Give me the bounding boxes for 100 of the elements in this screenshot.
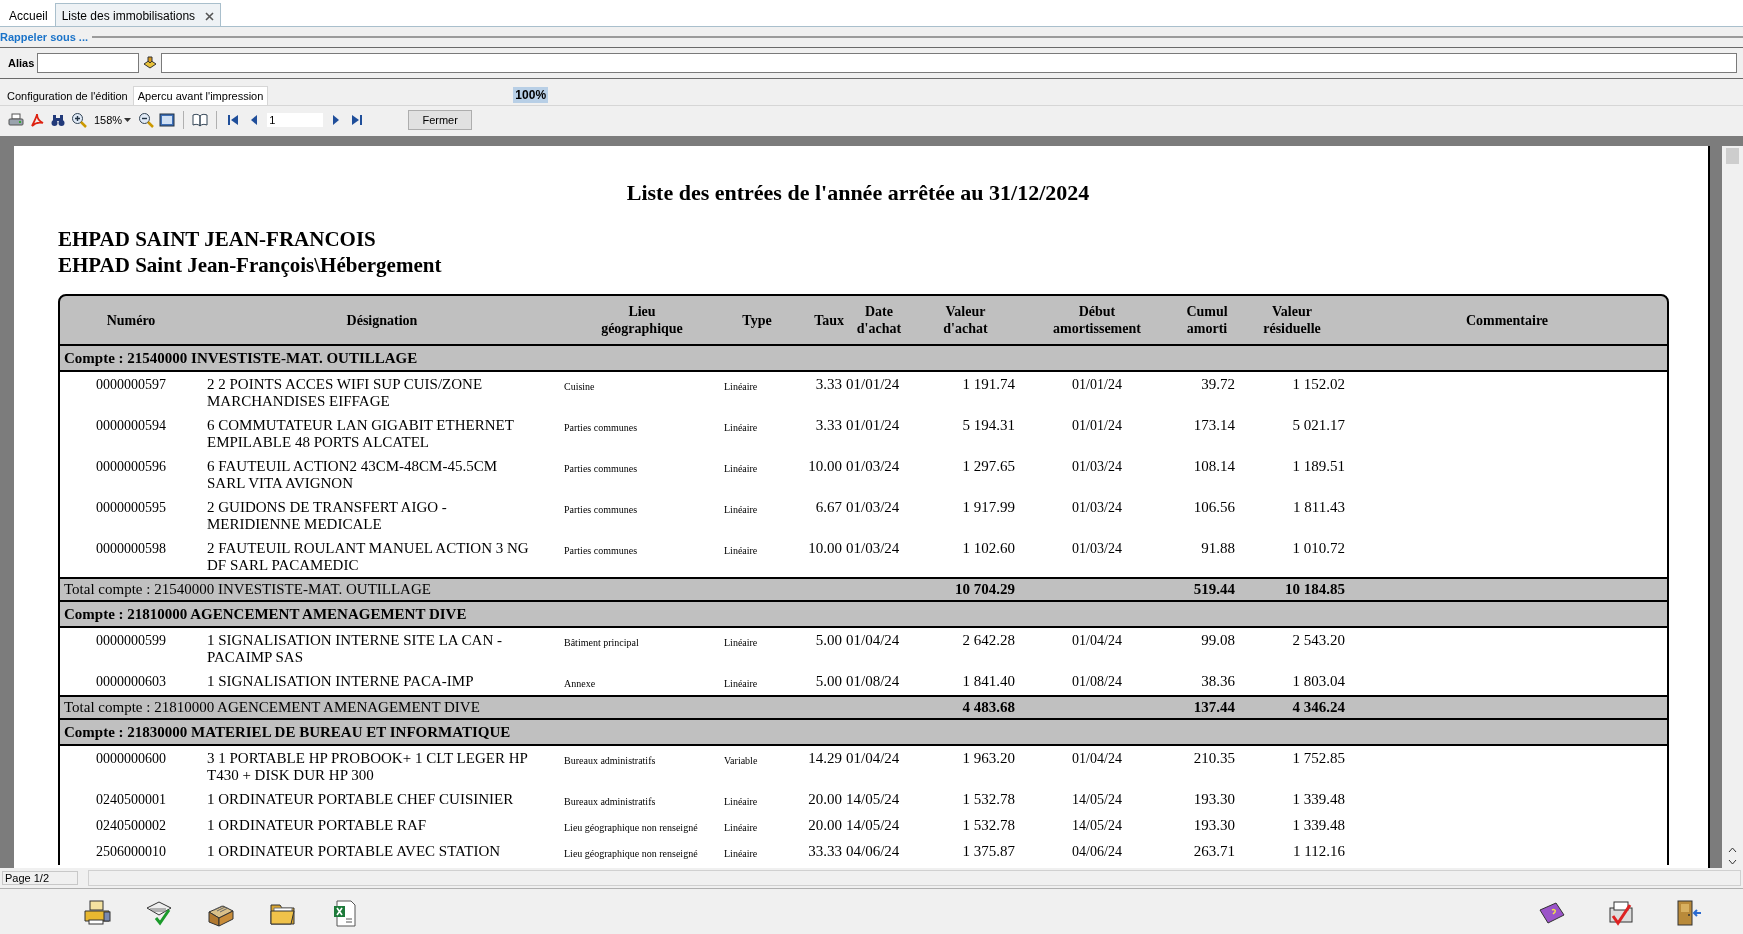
column-header: Commentaire	[1465, 311, 1549, 329]
tab[interactable]: Apercu avant l'impression	[132, 86, 269, 105]
group-header: Compte : 21830000 MATERIEL DE BUREAU ET INFORMATIQUE	[58, 720, 1669, 746]
pdf-icon[interactable]	[29, 112, 45, 128]
value-cell-text: 1 191.74	[961, 376, 1016, 394]
location-cell-text: Bâtiment principal	[563, 636, 640, 650]
value-cell-text: 5 194.31	[961, 417, 1016, 435]
total-value: 10 184.85	[1284, 580, 1346, 599]
location-cell-text: Parties communes	[563, 462, 639, 476]
number-cell-text: 0000000595	[95, 499, 167, 517]
close-button[interactable]: Fermer	[408, 110, 473, 130]
amount-cell-text: 1 803.04	[1291, 673, 1346, 691]
amount-cell-text: 193.30	[1192, 817, 1236, 835]
date-cell-text: 01/01/24	[1071, 376, 1123, 394]
group-header: Compte : 21540000 INVESTISTE-MAT. OUTILLAGE	[58, 346, 1669, 372]
printer-icon[interactable]	[82, 898, 112, 928]
designation-cell-text: 2 2 POINTS ACCES WIFI SUP CUIS/ZONE MARCHANDISES EIFFAGE	[206, 376, 484, 410]
date-cell-text: 01/01/24	[1071, 417, 1123, 435]
number-cell-text: 0000000596	[95, 458, 167, 476]
amount-cell-text: 1 152.02	[1291, 376, 1346, 394]
location-cell-text: Lieu géographique non renseigné	[563, 847, 699, 861]
binoculars-icon[interactable]	[50, 112, 66, 128]
amount-cell-text: 2 543.20	[1291, 632, 1346, 650]
column-header: Date d'achat	[856, 303, 902, 337]
column-header: Taux	[814, 311, 844, 329]
rate-cell-text: 10.00	[807, 540, 843, 558]
type-cell-text: Linéaire	[723, 544, 759, 558]
value-cell-text: 1 532.78	[961, 791, 1016, 809]
total-value: 4 483.68	[961, 698, 1016, 717]
page-field[interactable]: 1	[267, 113, 324, 127]
location-cell-text: Cuisine	[563, 380, 596, 394]
rate-cell-text: 5.00	[814, 673, 843, 691]
date-cell-text: 01/04/24	[1071, 632, 1123, 650]
designation-cell-text: 6 COMMUTATEUR LAN GIGABIT ETHERNET EMPILABLE 48 PORTS ALCATEL	[206, 417, 515, 451]
close-icon[interactable]	[205, 11, 215, 21]
amount-cell-text: 38.36	[1200, 673, 1236, 691]
alias-field[interactable]	[37, 53, 140, 73]
page-status: Page 1/2	[2, 871, 78, 885]
printer-icon[interactable]	[8, 112, 24, 128]
designation-cell-text: 1 ORDINATEUR PORTABLE CHEF CUISINIER	[206, 791, 515, 809]
designation-cell-text: 1 ORDINATEUR PORTABLE RAF	[206, 817, 428, 835]
tab[interactable]: Accueil	[2, 3, 55, 26]
scroll-up-icon[interactable]	[1728, 846, 1737, 855]
tab[interactable]: Configuration de l'édition	[2, 86, 133, 105]
date-cell-text: 01/03/24	[1071, 499, 1123, 517]
amount-cell-text: 1 010.72	[1291, 540, 1346, 558]
date-cell-text: 14/05/24	[845, 817, 901, 835]
date-cell-text: 14/05/24	[1071, 791, 1123, 809]
amount-cell-text: 263.71	[1192, 843, 1236, 861]
page-view-icon[interactable]	[159, 112, 176, 128]
amount-cell-text: 173.14	[1192, 417, 1236, 435]
total-label: Total compte : 21810000 AGENCEMENT AMENAGEMENT DIVE	[63, 698, 481, 717]
scroll-down-icon[interactable]	[1728, 857, 1737, 866]
column-header: Valeur résiduelle	[1263, 303, 1321, 337]
number-cell-text: 0000000600	[95, 750, 167, 768]
rate-cell-text: 33.33	[807, 843, 843, 861]
date-cell-text: 01/03/24	[1071, 458, 1123, 476]
value-cell-text: 2 642.28	[961, 632, 1016, 650]
designation-cell-text: 1 SIGNALISATION INTERNE PACA-IMP	[206, 673, 475, 691]
type-cell-text: Linéaire	[723, 503, 759, 517]
zoom-out-icon[interactable]	[138, 112, 155, 128]
number-cell-text: 0000000594	[95, 417, 167, 435]
column-header: Type	[742, 311, 772, 329]
amount-cell-text: 210.35	[1192, 750, 1236, 768]
location-cell-text: Lieu géographique non renseigné	[563, 821, 699, 835]
horizontal-scrollbar[interactable]	[88, 870, 1741, 886]
text-field[interactable]	[161, 53, 1737, 73]
date-cell-text: 04/06/24	[845, 843, 901, 861]
value-cell-text: 1 963.20	[961, 750, 1016, 768]
designation-cell-text: 6 FAUTEUIL ACTION2 43CM-48CM-45.5CM SARL VITA AVIGNON	[206, 458, 498, 492]
designation-cell-text: 1 ORDINATEUR PORTABLE AVEC STATION	[206, 843, 502, 861]
zoom-dropdown[interactable]: 158%	[92, 114, 134, 126]
date-cell-text: 01/01/24	[845, 417, 901, 435]
type-cell-text: Linéaire	[723, 462, 759, 476]
number-cell-text: 0000000597	[95, 376, 167, 394]
location-cell-text: Parties communes	[563, 544, 639, 558]
vertical-scrollbar[interactable]	[1722, 146, 1743, 868]
column-header: Numéro	[106, 311, 156, 329]
tab[interactable]: Liste des immobilisations	[54, 3, 222, 26]
value-cell-text: 1 102.60	[961, 540, 1016, 558]
total-value: 4 346.24	[1291, 698, 1346, 717]
type-cell-text: Linéaire	[723, 380, 759, 394]
scroll-thumb[interactable]	[1726, 148, 1739, 164]
date-cell-text: 01/04/24	[1071, 750, 1123, 768]
rate-cell-text: 6.67	[814, 499, 843, 517]
value-cell-text: 1 917.99	[961, 499, 1016, 517]
amount-cell-text: 91.88	[1200, 540, 1236, 558]
number-cell-text: 0000000599	[95, 632, 167, 650]
location-cell-text: Annexe	[563, 677, 597, 691]
column-header: Début amortissement	[1053, 303, 1141, 337]
date-cell-text: 01/03/24	[1071, 540, 1123, 558]
column-header: Désignation	[346, 311, 418, 329]
rate-cell-text: 20.00	[807, 817, 843, 835]
progress-label: 100%	[513, 87, 549, 103]
zoom-in-icon[interactable]	[71, 112, 87, 128]
caret-icon[interactable]	[124, 118, 132, 122]
amount-cell-text: 106.56	[1192, 499, 1236, 517]
total-value: 10 704.29	[954, 580, 1016, 599]
date-cell-text: 01/03/24	[845, 458, 901, 476]
number-cell-text: 0000000598	[95, 540, 167, 558]
